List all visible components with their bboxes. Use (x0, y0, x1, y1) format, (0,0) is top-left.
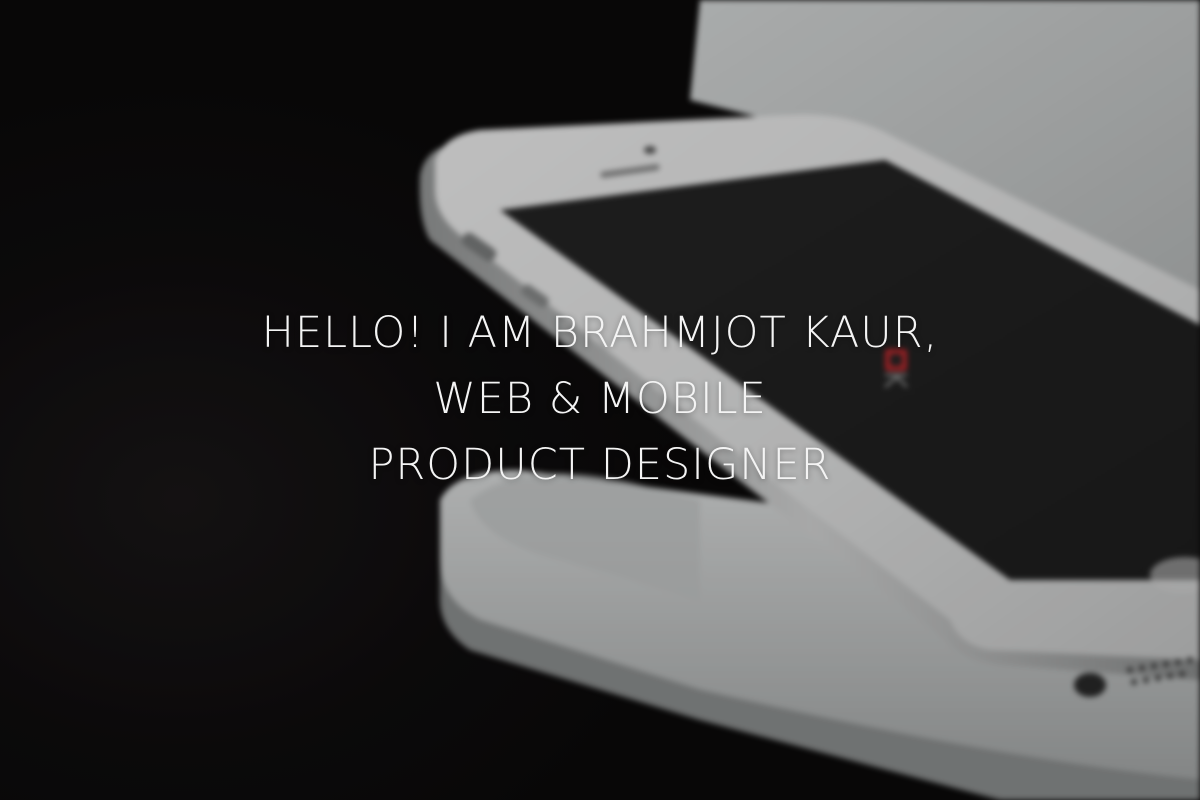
hero-headline: HELLO! I AM BRAHMJOT KAUR, WEB & MOBILE … (0, 300, 1200, 498)
hero-line-greeting: HELLO! I AM BRAHMJOT KAUR, (261, 308, 939, 358)
hero-line-title: PRODUCT DESIGNER (368, 440, 832, 490)
hero-section: HELLO! I AM BRAHMJOT KAUR, WEB & MOBILE … (0, 0, 1200, 800)
hero-line-role: WEB & MOBILE (433, 374, 767, 424)
